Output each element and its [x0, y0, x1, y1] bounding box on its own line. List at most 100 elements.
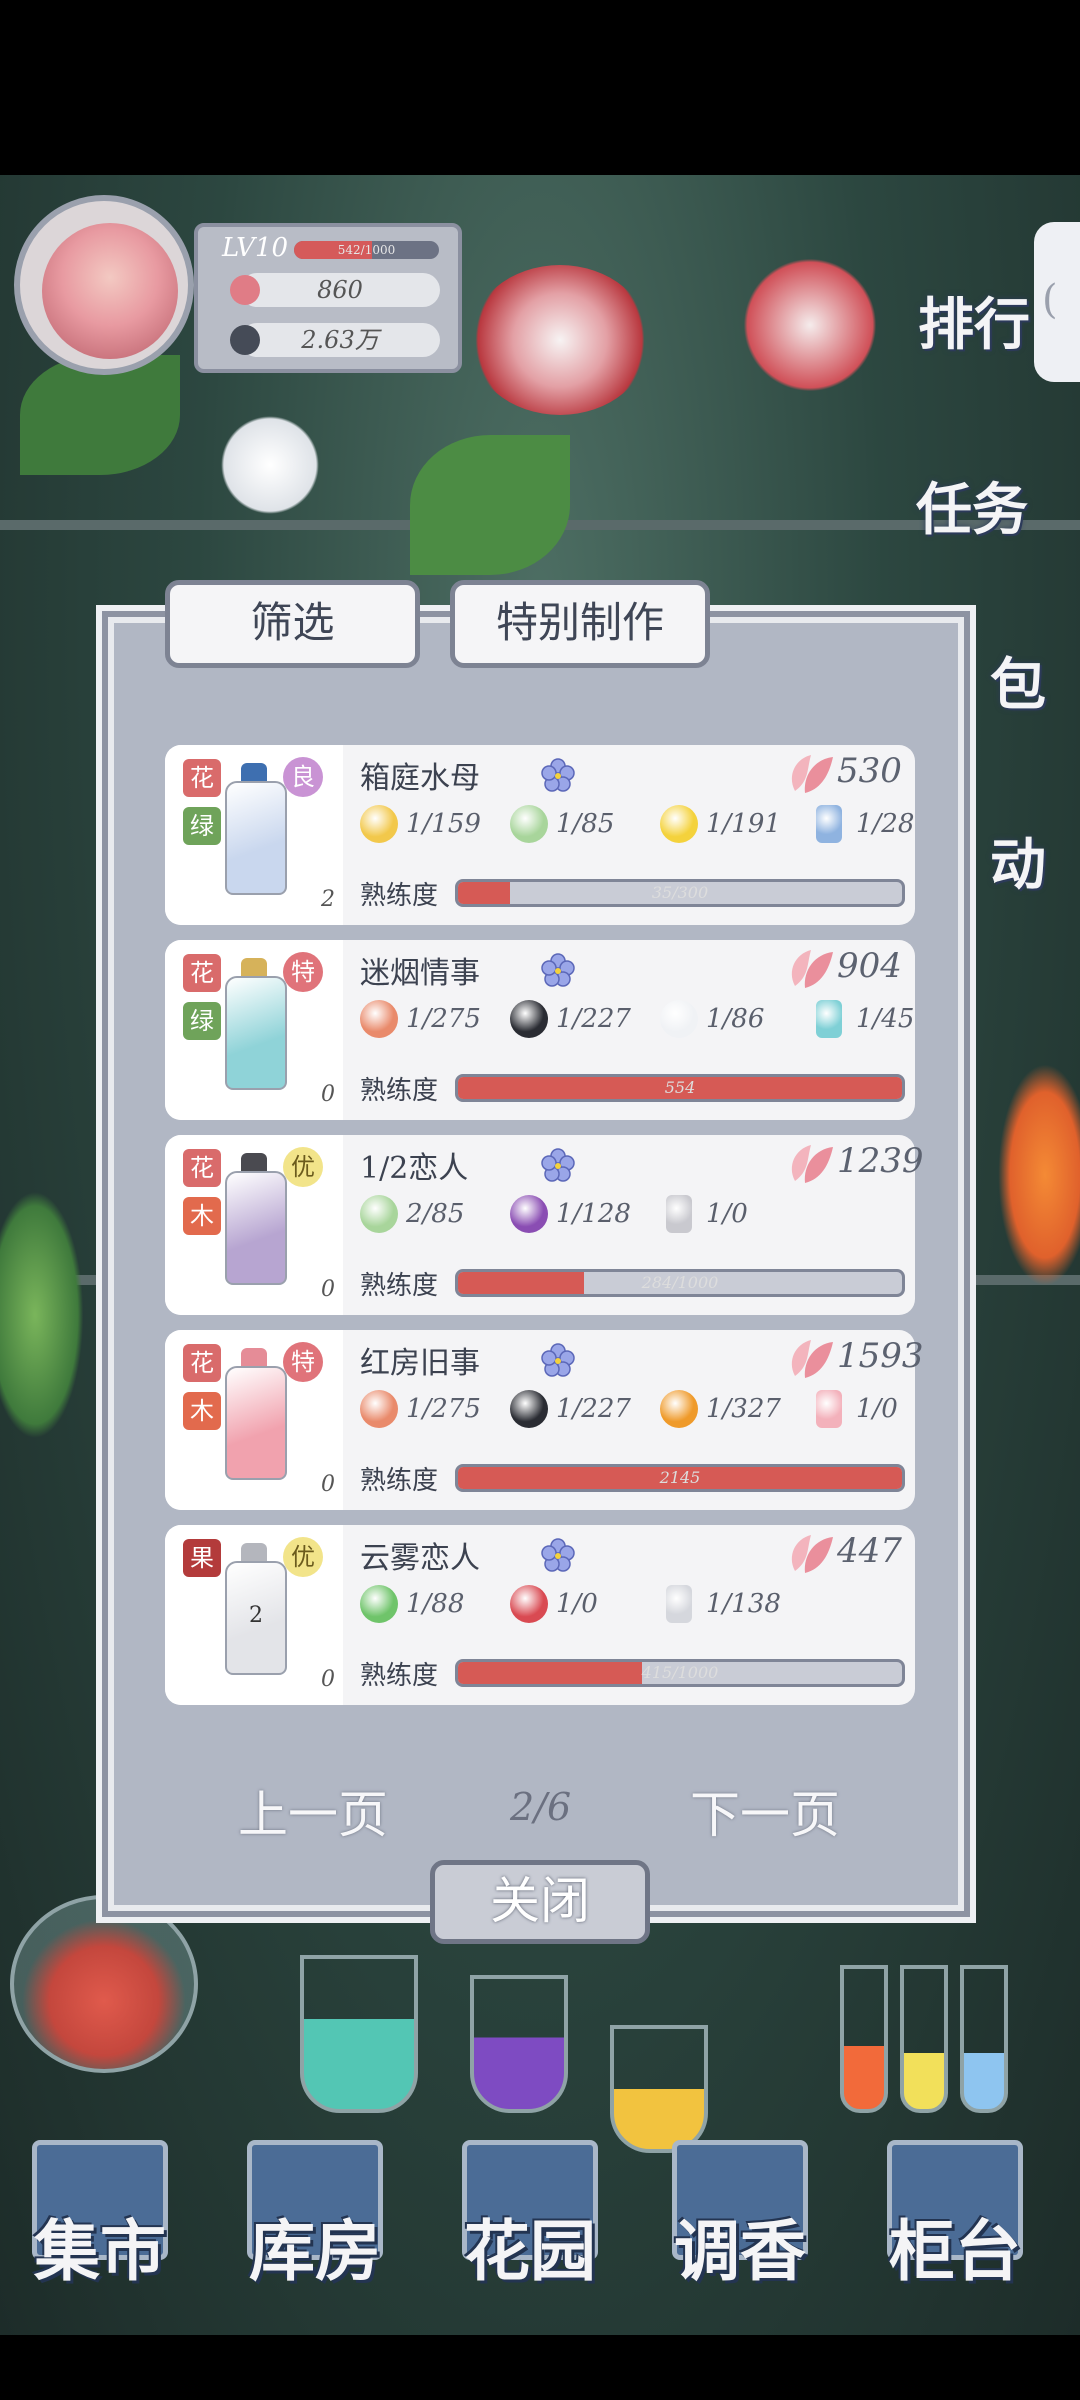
category-tag: 木: [183, 1392, 221, 1430]
proficiency-text: 554: [664, 1078, 696, 1097]
black-rose-icon: [510, 1000, 548, 1038]
player-level: LV10: [222, 233, 289, 263]
orchid-plant: [740, 235, 880, 415]
yellow-flower-icon: [360, 805, 398, 843]
proficiency-bar: 554: [455, 1074, 905, 1102]
money-counter: 2.63万: [230, 323, 440, 357]
perfume-name: 云雾恋人: [360, 1541, 480, 1576]
ingredient-count: 1/28: [856, 809, 915, 839]
pink-bottle-icon: [816, 1390, 842, 1428]
category-tag: 绿: [183, 1002, 221, 1040]
blue-bottle-icon: [816, 805, 842, 843]
quality-badge: 特: [283, 1342, 323, 1382]
petal-price-icon: [785, 1141, 837, 1187]
petal-count: 860: [317, 276, 363, 304]
close-button[interactable]: 关闭: [430, 1860, 650, 1944]
next-page-button[interactable]: 下一页: [690, 1775, 840, 1847]
ingredient-count: 1/159: [406, 809, 481, 839]
recipe-card[interactable]: 果 优 2 0 云雾恋人 447 1/88 1/0 1/138 熟练度 415/1000: [165, 1525, 915, 1705]
category-tag: 花: [183, 1149, 221, 1187]
plant-leaves: [410, 435, 570, 575]
stock-count: 0: [321, 1667, 335, 1692]
teal-flask: [300, 1955, 418, 2113]
page-indicator: 2/6: [510, 1785, 572, 1829]
ingredient-count: 1/85: [556, 809, 615, 839]
nav-button-5[interactable]: 柜台: [875, 2140, 1035, 2290]
ingredient-count: 1/227: [556, 1394, 631, 1424]
proficiency-label: 熟练度: [360, 1466, 439, 1496]
proficiency-bar: 35/300: [455, 879, 905, 907]
perfume-thumbnail[interactable]: 果 优 2 0: [165, 1525, 343, 1705]
avatar-frame[interactable]: [14, 195, 194, 375]
perfume-thumbnail[interactable]: 花木 优 0: [165, 1135, 343, 1315]
ingredient-count: 1/275: [406, 1394, 481, 1424]
nav-button-4[interactable]: 调香: [660, 2140, 820, 2290]
green-rose-icon: [510, 805, 548, 843]
bottle-label: 2: [249, 1603, 263, 1628]
recipe-card[interactable]: 花木 优 0 1/2恋人 1239 2/85 1/128 1/0 熟练度 284/1000: [165, 1135, 924, 1315]
black-rose-icon: [510, 1390, 548, 1428]
petal-price-icon: [785, 751, 837, 797]
teal-bottle-icon: [816, 1000, 842, 1038]
perfume-name: 箱庭水母: [360, 761, 480, 796]
perfume-thumbnail[interactable]: 花木 特 0: [165, 1330, 343, 1510]
recipe-card[interactable]: 花绿 良 2 箱庭水母 530 1/159 1/85 1/191 1/28 熟练度 35/300: [165, 745, 915, 925]
petal-counter: 860: [230, 273, 440, 307]
stock-count: 0: [321, 1082, 335, 1107]
avatar[interactable]: [42, 223, 178, 359]
nav-button-2[interactable]: 库房: [235, 2140, 395, 2290]
xp-bar: 542/1000: [294, 241, 439, 259]
event-button[interactable]: 动: [990, 820, 1046, 901]
green-rose-icon: [360, 1195, 398, 1233]
white-rose-icon: [660, 1000, 698, 1038]
tasks-button[interactable]: 任务: [916, 465, 1028, 546]
nav-label: 花园: [464, 2212, 596, 2290]
nav-button-3[interactable]: 花园: [450, 2140, 610, 2290]
nav-button-1[interactable]: 集市: [20, 2140, 180, 2290]
quality-badge: 特: [283, 952, 323, 992]
bag-button[interactable]: 包: [990, 640, 1046, 721]
proficiency-text: 35/300: [651, 883, 709, 902]
proficiency-label: 熟练度: [360, 1661, 439, 1691]
side-drawer-tab[interactable]: (: [1034, 222, 1080, 382]
player-stats-panel: LV10 542/1000 860 2.63万: [194, 223, 462, 373]
petal-price-icon: [785, 1531, 837, 1577]
nav-label: 集市: [34, 2212, 166, 2290]
perfume-thumbnail[interactable]: 花绿 特 0: [165, 940, 343, 1120]
mint-leaf-icon: [360, 1585, 398, 1623]
rank-button[interactable]: 排行: [918, 280, 1030, 361]
lemon-icon: [660, 805, 698, 843]
prev-page-button[interactable]: 上一页: [238, 1775, 388, 1847]
proficiency-label: 熟练度: [360, 1271, 439, 1301]
test-tube: [900, 1965, 948, 2113]
proficiency-bar: 2145: [455, 1464, 905, 1492]
recipe-card[interactable]: 花木 特 0 红房旧事 1593 1/275 1/227 1/327 1/0 熟练度 2145: [165, 1330, 924, 1510]
proficiency-label: 熟练度: [360, 1076, 439, 1106]
hanging-flower-basket: [470, 265, 650, 415]
orange-rose-icon: [360, 1390, 398, 1428]
proficiency-text: 2145: [659, 1468, 701, 1487]
violet-flower-icon: [540, 1147, 576, 1183]
quality-badge: 良: [283, 757, 323, 797]
ingredient-count: 1/138: [706, 1589, 781, 1619]
category-tag: 花: [183, 759, 221, 797]
purple-flower-icon: [510, 1195, 548, 1233]
silver-bottle-icon: [666, 1585, 692, 1623]
sell-price: 904: [837, 946, 902, 986]
tab-special-craft[interactable]: 特别制作: [450, 580, 710, 668]
recipe-card[interactable]: 花绿 特 0 迷烟情事 904 1/275 1/227 1/86 1/45 熟练度 554: [165, 940, 915, 1120]
violet-flower-icon: [540, 952, 576, 988]
petal-price-icon: [785, 1336, 837, 1382]
proficiency-text: 415/1000: [641, 1663, 719, 1682]
player-profile[interactable]: LV10 542/1000 860 2.63万: [14, 195, 469, 375]
nav-label: 库房: [249, 2212, 381, 2290]
perfume-thumbnail[interactable]: 花绿 良 2: [165, 745, 343, 925]
perfume-name: 1/2恋人: [360, 1151, 469, 1186]
tab-filter[interactable]: 筛选: [165, 580, 420, 668]
sell-price: 530: [837, 751, 902, 791]
sell-price: 1593: [837, 1336, 924, 1376]
sell-price: 447: [837, 1531, 902, 1571]
quality-badge: 优: [283, 1147, 323, 1187]
proficiency-bar: 415/1000: [455, 1659, 905, 1687]
ingredient-count: 1/0: [706, 1199, 748, 1229]
